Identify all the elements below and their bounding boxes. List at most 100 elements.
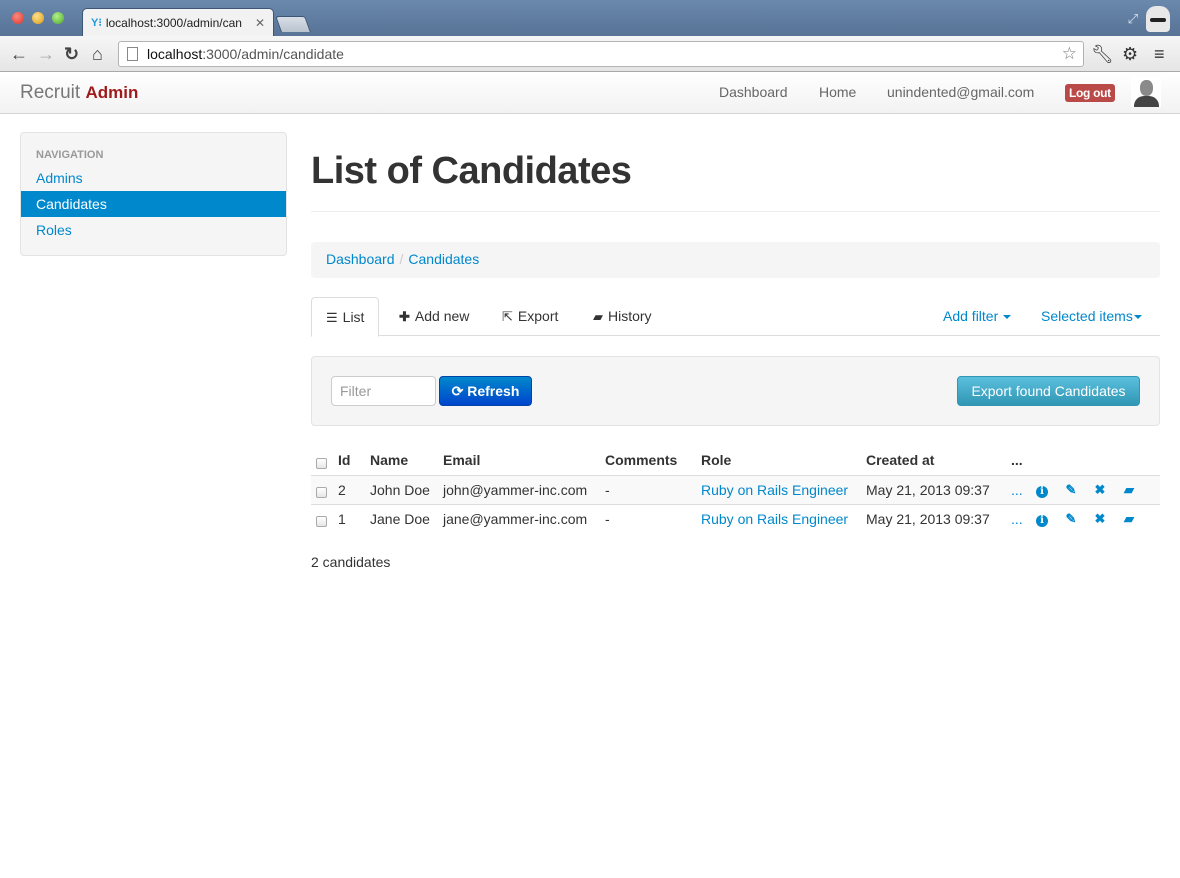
new-tab-button[interactable] [275, 16, 311, 32]
title-divider [311, 211, 1160, 212]
browser-toolbar: ← → ↻ ⌂ localhost:3000/admin/candidate ☆… [0, 36, 1180, 72]
delete-icon[interactable]: ✖ [1093, 511, 1107, 527]
book-icon: ▰ [593, 309, 603, 324]
tab-label: List [342, 309, 365, 325]
cell-name: Jane Doe [366, 503, 439, 533]
brand-sub: Admin [85, 83, 139, 102]
plus-icon: ✚ [399, 309, 410, 324]
candidates-table: Id Name Email Comments Role Created at .… [311, 446, 1160, 533]
forward-icon[interactable]: → [37, 44, 55, 64]
breadcrumb-candidates[interactable]: Candidates [408, 251, 479, 267]
history-book-icon[interactable]: ▰ [1122, 511, 1136, 527]
tab-history[interactable]: ▰ History [579, 297, 666, 336]
select-all-checkbox[interactable] [316, 457, 327, 469]
refresh-button[interactable]: ⟳ Refresh [439, 376, 532, 406]
sidebar-nav: Navigation Admins Candidates Roles [20, 132, 287, 256]
tab-export[interactable]: ⇱ Export [488, 297, 572, 336]
home-icon[interactable]: ⌂ [92, 44, 103, 64]
zoom-window-button[interactable] [52, 12, 64, 24]
cell-comments: - [601, 474, 697, 504]
fullscreen-icon[interactable]: ⤢ [1128, 11, 1138, 27]
col-email[interactable]: Email [439, 446, 601, 475]
sidebar-item-admins[interactable]: Admins [21, 165, 286, 191]
tab-label: Export [517, 308, 559, 324]
incognito-icon [1146, 6, 1170, 32]
tab-list[interactable]: ☰ List [311, 297, 380, 337]
browser-tab[interactable]: Y⁝ localhost:3000/admin/can ✕ [82, 8, 274, 36]
nav-dashboard-link[interactable]: Dashboard [719, 84, 788, 100]
col-comments[interactable]: Comments [601, 446, 697, 475]
role-link[interactable]: Ruby on Rails Engineer [701, 482, 848, 498]
caret-down-icon [1003, 315, 1012, 320]
cell-id: 1 [334, 503, 366, 533]
more-link[interactable]: ... [1011, 482, 1023, 498]
brand-logo[interactable]: Recruit Admin [20, 82, 138, 104]
col-created-at[interactable]: Created at [862, 446, 1007, 475]
col-role[interactable]: Role [697, 446, 862, 475]
row-checkbox[interactable] [316, 486, 327, 498]
page-icon [127, 47, 138, 61]
gear-icon[interactable]: ⚙ [1122, 44, 1138, 64]
col-actions [1035, 446, 1160, 475]
cell-comments: - [601, 503, 697, 533]
page-title: List of Candidates [311, 150, 632, 192]
wrench-icon[interactable]: 🔧︎ [1091, 44, 1114, 64]
cell-email: jane@yammer-inc.com [439, 503, 601, 533]
sidebar-item-roles[interactable]: Roles [21, 217, 286, 243]
logout-button[interactable]: Log out [1065, 84, 1115, 102]
nav-home-link[interactable]: Home [819, 84, 856, 100]
cell-email: john@yammer-inc.com [439, 474, 601, 504]
bookmark-star-icon[interactable]: ☆ [1062, 44, 1077, 64]
info-icon[interactable]: i [1035, 482, 1049, 498]
action-tabs: ☰ List ✚ Add new ⇱ Export ▰ History Add filt… [311, 297, 1160, 337]
col-id[interactable]: Id [334, 446, 366, 475]
breadcrumb: Dashboard / Candidates [311, 242, 1160, 278]
close-window-button[interactable] [12, 12, 24, 24]
result-count: 2 candidates [311, 554, 391, 570]
back-icon[interactable]: ← [10, 44, 28, 64]
more-link[interactable]: ... [1011, 511, 1023, 527]
edit-pencil-icon[interactable]: ✎ [1064, 482, 1078, 498]
selected-items-dropdown[interactable]: Selected items [1041, 297, 1142, 336]
cell-created-at: May 21, 2013 09:37 [862, 503, 1007, 533]
add-filter-label: Add filter [943, 308, 999, 324]
role-link[interactable]: Ruby on Rails Engineer [701, 511, 848, 527]
tab-add-new[interactable]: ✚ Add new [385, 297, 483, 336]
filter-input[interactable] [331, 376, 436, 406]
menu-icon[interactable]: ≡ [1154, 44, 1165, 64]
col-name[interactable]: Name [366, 446, 439, 475]
brand-name: Recruit [20, 82, 81, 103]
favicon-icon: Y⁝ [91, 17, 102, 29]
history-book-icon[interactable]: ▰ [1122, 482, 1136, 498]
table-row: 1 Jane Doe jane@yammer-inc.com - Ruby on… [311, 503, 1160, 533]
add-filter-dropdown[interactable]: Add filter [943, 297, 1012, 336]
table-header-row: Id Name Email Comments Role Created at .… [311, 446, 1160, 475]
edit-pencil-icon[interactable]: ✎ [1064, 511, 1078, 527]
browser-titlebar: Y⁝ localhost:3000/admin/can ✕ ⤢ [0, 0, 1180, 36]
selected-items-label: Selected items [1041, 308, 1133, 324]
col-more: ... [1011, 452, 1023, 469]
cell-id: 2 [334, 474, 366, 504]
caret-down-icon [1133, 315, 1142, 320]
address-bar[interactable]: localhost:3000/admin/candidate ☆ [118, 41, 1084, 67]
info-icon[interactable]: i [1035, 511, 1049, 528]
delete-icon[interactable]: ✖ [1093, 482, 1107, 498]
url-host: localhost [147, 46, 203, 62]
cell-name: John Doe [366, 474, 439, 504]
breadcrumb-dashboard[interactable]: Dashboard [326, 251, 395, 267]
user-email-link[interactable]: unindented@gmail.com [887, 84, 1034, 100]
tab-close-icon[interactable]: ✕ [255, 16, 265, 30]
app-navbar: Recruit Admin Dashboard Home unindented@… [0, 72, 1180, 114]
list-icon: ☰ [326, 310, 338, 325]
reload-icon[interactable]: ↻ [64, 44, 79, 64]
sidebar-item-candidates[interactable]: Candidates [21, 191, 286, 217]
cell-created-at: May 21, 2013 09:37 [862, 474, 1007, 504]
row-checkbox[interactable] [316, 516, 327, 528]
avatar[interactable] [1131, 77, 1161, 107]
minimize-window-button[interactable] [32, 12, 44, 24]
refresh-label: Refresh [467, 382, 520, 399]
table-row: 2 John Doe john@yammer-inc.com - Ruby on… [311, 474, 1160, 504]
tab-label: History [608, 308, 652, 324]
export-found-button[interactable]: Export found Candidates [957, 376, 1140, 406]
tab-title: localhost:3000/admin/can [105, 15, 242, 30]
